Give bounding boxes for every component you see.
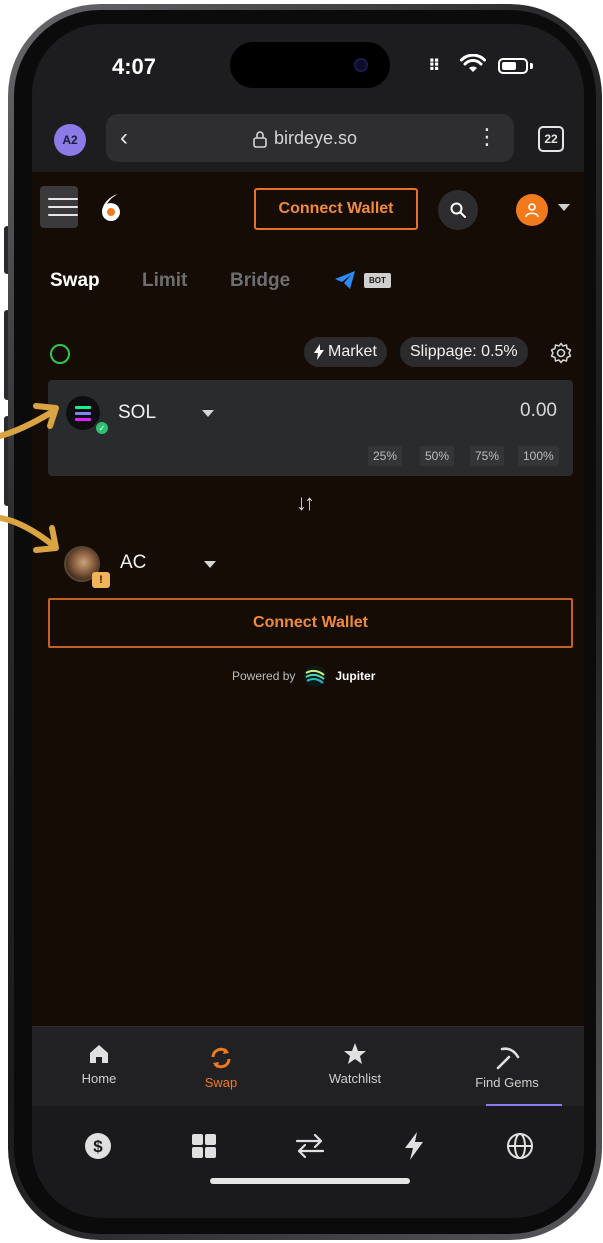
bottom-navigation: Home Swap Watchlist Find Gems (32, 1026, 584, 1106)
tab-bridge[interactable]: Bridge (230, 270, 290, 292)
dollar-icon[interactable]: $ (78, 1126, 118, 1166)
nav-watchlist-label: Watchlist (328, 1071, 382, 1086)
nav-home[interactable]: Home (44, 1041, 154, 1086)
jupiter-logo-icon (304, 665, 327, 687)
annotation-arrow-ac (0, 515, 59, 553)
percent-25-button[interactable]: 25% (368, 446, 403, 466)
connect-wallet-button[interactable]: Connect Wallet (48, 598, 573, 648)
user-avatar[interactable] (516, 194, 548, 226)
nav-find-gems-label: Find Gems (475, 1075, 539, 1090)
nav-swap[interactable]: Swap (166, 1045, 276, 1090)
tab-switcher-button[interactable]: 22 (538, 126, 564, 152)
market-mode-button[interactable]: Market (304, 337, 387, 367)
nav-swap-label: Swap (204, 1075, 238, 1090)
from-token-card[interactable]: ✓ SOL 0.00 25% 50% 75% 100% (48, 380, 573, 476)
jupiter-label: Jupiter (335, 669, 376, 683)
grid-icon[interactable] (184, 1126, 224, 1166)
bot-badge: BOT (364, 272, 391, 288)
url-display[interactable]: birdeye.so (252, 128, 357, 149)
home-indicator (210, 1178, 410, 1184)
from-amount-input[interactable]: 0.00 (520, 400, 557, 422)
more-icon[interactable]: ⋮ (476, 126, 498, 148)
chevron-down-icon[interactable] (558, 204, 570, 211)
search-icon[interactable] (438, 190, 478, 230)
browser-toolbar: A2 ‹ birdeye.so ⋮ 22 (32, 112, 584, 172)
powered-by-jupiter[interactable]: Powered by Jupiter (232, 664, 375, 688)
svg-text:$: $ (93, 1137, 103, 1156)
menu-icon[interactable] (40, 186, 78, 228)
swap-icon (211, 1047, 231, 1069)
market-label: Market (328, 343, 377, 360)
powered-by-label: Powered by (232, 669, 296, 683)
back-icon[interactable]: ‹ (120, 124, 128, 152)
nav-home-label: Home (81, 1071, 117, 1086)
globe-icon[interactable] (500, 1126, 540, 1166)
connect-wallet-header-button[interactable]: Connect Wallet (254, 188, 418, 230)
swap-direction-icon[interactable]: ↓↑ (296, 490, 315, 516)
warning-icon: ! (92, 572, 110, 588)
from-token-symbol[interactable]: SOL (118, 402, 156, 424)
tab-limit[interactable]: Limit (142, 270, 187, 292)
lightning-icon[interactable] (394, 1126, 434, 1166)
chevron-down-icon[interactable] (204, 561, 216, 568)
lightning-icon (314, 344, 324, 360)
chevron-down-icon[interactable] (202, 410, 214, 417)
battery-icon (498, 58, 528, 74)
tab-telegram-bot[interactable]: BOT (334, 270, 391, 290)
tab-swap[interactable]: Swap (50, 270, 100, 292)
birdeye-logo[interactable] (98, 192, 124, 222)
pickaxe-icon (496, 1047, 520, 1070)
telegram-icon (335, 271, 355, 289)
user-icon (525, 203, 539, 218)
nav-watchlist[interactable]: Watchlist (300, 1041, 410, 1086)
browser-bottom-toolbar: $ (32, 1106, 584, 1218)
url-text: birdeye.so (274, 128, 358, 148)
refresh-timer-icon[interactable] (50, 344, 70, 364)
verified-badge-icon: ✓ (94, 420, 110, 436)
to-token-symbol[interactable]: AC (120, 552, 146, 574)
wifi-icon (460, 54, 486, 72)
phone-screen: 4:07 ⠿ A2 ‹ birdeye.so ⋮ 22 Connect Wall… (32, 24, 584, 1218)
gear-icon[interactable] (550, 342, 572, 364)
home-icon (90, 1045, 108, 1063)
percent-75-button[interactable]: 75% (470, 446, 505, 466)
transfer-icon[interactable] (290, 1126, 330, 1166)
status-bar: 4:07 ⠿ (32, 24, 584, 112)
percent-50-button[interactable]: 50% (420, 446, 455, 466)
star-icon (344, 1043, 366, 1064)
annotation-arrow-sol (0, 403, 59, 439)
nav-find-gems[interactable]: Find Gems (452, 1045, 562, 1090)
slippage-button[interactable]: Slippage: 0.5% (400, 337, 528, 367)
lock-icon (253, 130, 267, 148)
dynamic-island (230, 42, 390, 88)
address-bar[interactable]: ‹ birdeye.so ⋮ (106, 114, 514, 162)
status-time: 4:07 (112, 54, 157, 79)
percent-100-button[interactable]: 100% (518, 446, 559, 466)
profile-avatar[interactable]: A2 (54, 124, 86, 156)
signal-icon: ⠿ (428, 58, 442, 75)
